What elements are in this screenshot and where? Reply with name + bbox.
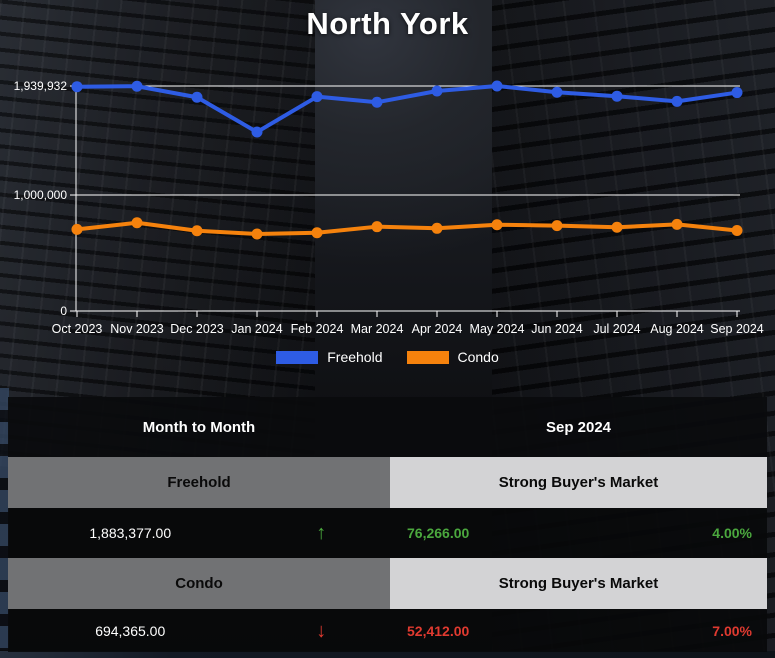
legend-item-freehold[interactable]: Freehold: [276, 349, 382, 365]
legend-item-condo[interactable]: Condo: [407, 349, 499, 365]
x-tick-label: Jan 2024: [231, 322, 282, 336]
x-tick-label: Mar 2024: [351, 322, 404, 336]
x-tick-label: May 2024: [470, 322, 525, 336]
x-tick-label: Jul 2024: [593, 322, 640, 336]
freehold-change-percent: 4.00%: [712, 525, 752, 541]
condo-change-amount: 52,412.00: [407, 623, 469, 639]
price-trend-chart: 1,939,932 1,000,000 0 Oct 2023 Nov 2023 Dec 2…: [0, 0, 775, 395]
table-header-row: Month to Month Sep 2024: [8, 397, 767, 457]
condo-change-percent: 7.00%: [712, 623, 752, 639]
data-point-condo-may-2024[interactable]: [492, 219, 503, 230]
up-arrow-icon: ↑: [252, 523, 390, 543]
data-point-freehold-dec-2023[interactable]: [192, 92, 203, 103]
data-point-freehold-nov-2023[interactable]: [132, 81, 143, 92]
freehold-market-status: Strong Buyer's Market: [390, 457, 767, 508]
freehold-data-row: 1,883,377.00 ↑ 76,266.00 4.00%: [8, 508, 767, 558]
chart-legend: Freehold Condo: [0, 349, 775, 365]
bottom-edge-strip: [0, 651, 775, 658]
header-month-to-month: Month to Month: [8, 397, 390, 457]
series-line-freehold: [77, 86, 737, 132]
data-point-freehold-apr-2024[interactable]: [432, 85, 443, 96]
page-title: North York: [0, 6, 775, 42]
legend-label: Condo: [458, 349, 499, 365]
data-point-freehold-jul-2024[interactable]: [612, 91, 623, 102]
freehold-color-swatch: [276, 351, 318, 364]
condo-subheader-row: Condo Strong Buyer's Market: [8, 558, 767, 609]
x-tick-label: Dec 2023: [170, 322, 224, 336]
data-point-condo-apr-2024[interactable]: [432, 223, 443, 234]
freehold-change-amount: 76,266.00: [407, 525, 469, 541]
x-tick-label: Jun 2024: [531, 322, 582, 336]
data-point-condo-oct-2023[interactable]: [72, 224, 83, 235]
data-point-freehold-jun-2024[interactable]: [552, 87, 563, 98]
data-point-freehold-jan-2024[interactable]: [252, 127, 263, 138]
condo-label-cell: Condo: [8, 558, 390, 609]
freehold-subheader-row: Freehold Strong Buyer's Market: [8, 457, 767, 508]
x-tick-label: Oct 2023: [52, 322, 103, 336]
freehold-label-cell: Freehold: [8, 457, 390, 508]
data-point-condo-sep-2024[interactable]: [732, 225, 743, 236]
y-tick-label: 1,939,932: [14, 79, 68, 93]
data-point-condo-aug-2024[interactable]: [672, 219, 683, 230]
x-tick-label: Feb 2024: [291, 322, 344, 336]
data-point-condo-feb-2024[interactable]: [312, 227, 323, 238]
data-point-freehold-sep-2024[interactable]: [732, 87, 743, 98]
down-arrow-icon: ↓: [252, 621, 390, 641]
data-point-freehold-oct-2023[interactable]: [72, 81, 83, 92]
y-tick-label: 1,000,000: [14, 188, 68, 202]
data-point-freehold-aug-2024[interactable]: [672, 96, 683, 107]
data-point-condo-jul-2024[interactable]: [612, 222, 623, 233]
report-widget: 1,939,932 1,000,000 0 Oct 2023 Nov 2023 Dec 2…: [0, 0, 775, 658]
data-point-condo-nov-2023[interactable]: [132, 217, 143, 228]
condo-data-row: 694,365.00 ↓ 52,412.00 7.00%: [8, 609, 767, 652]
data-point-freehold-feb-2024[interactable]: [312, 91, 323, 102]
data-point-condo-jan-2024[interactable]: [252, 228, 263, 239]
header-current-month: Sep 2024: [390, 397, 767, 457]
data-point-freehold-may-2024[interactable]: [492, 81, 503, 92]
legend-label: Freehold: [327, 349, 382, 365]
x-tick-label: Aug 2024: [650, 322, 704, 336]
condo-color-swatch: [407, 351, 449, 364]
x-tick-label: Nov 2023: [110, 322, 164, 336]
data-point-condo-jun-2024[interactable]: [552, 220, 563, 231]
x-tick-label: Sep 2024: [710, 322, 764, 336]
series-line-condo: [77, 223, 737, 234]
condo-price-value: 694,365.00: [8, 623, 252, 639]
x-tick-label: Apr 2024: [412, 322, 463, 336]
market-summary-table: Month to Month Sep 2024 Freehold Strong …: [8, 397, 767, 652]
data-point-freehold-mar-2024[interactable]: [372, 97, 383, 108]
condo-market-status: Strong Buyer's Market: [390, 558, 767, 609]
data-point-condo-mar-2024[interactable]: [372, 221, 383, 232]
freehold-price-value: 1,883,377.00: [8, 525, 252, 541]
data-point-condo-dec-2023[interactable]: [192, 225, 203, 236]
y-tick-label: 0: [60, 304, 67, 318]
